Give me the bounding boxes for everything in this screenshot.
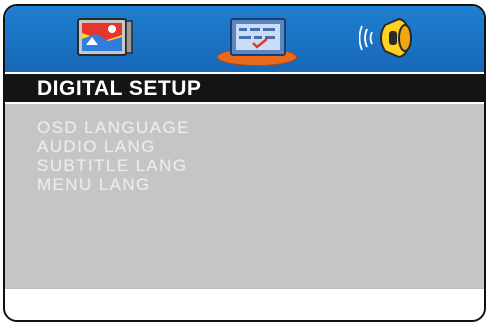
tab-general-setup[interactable] [65,12,145,64]
tab-audio-setup[interactable] [350,12,430,64]
header-bar: DIGITAL SETUP [5,74,484,102]
speaker-audio-icon [359,17,412,59]
menu-tab-bar [5,6,484,72]
menu-item-audio-lang[interactable]: AUDIO LANG [37,137,190,156]
tab-digital-setup[interactable] [215,12,301,64]
menu-list: OSD LANGUAGE AUDIO LANG SUBTITLE LANG ME… [37,118,190,194]
osd-menu-frame: DIGITAL SETUP OSD LANGUAGE AUDIO LANG SU… [3,4,486,322]
footer-bar [5,288,484,320]
screen-setup-icon [230,18,286,56]
menu-item-menu-lang[interactable]: MENU LANG [37,175,190,194]
menu-item-subtitle-lang[interactable]: SUBTITLE LANG [37,156,190,175]
tv-picture-icon [77,18,133,56]
menu-item-osd-language[interactable]: OSD LANGUAGE [37,118,190,137]
page-title: DIGITAL SETUP [37,77,202,100]
menu-content-panel: OSD LANGUAGE AUDIO LANG SUBTITLE LANG ME… [5,104,484,288]
